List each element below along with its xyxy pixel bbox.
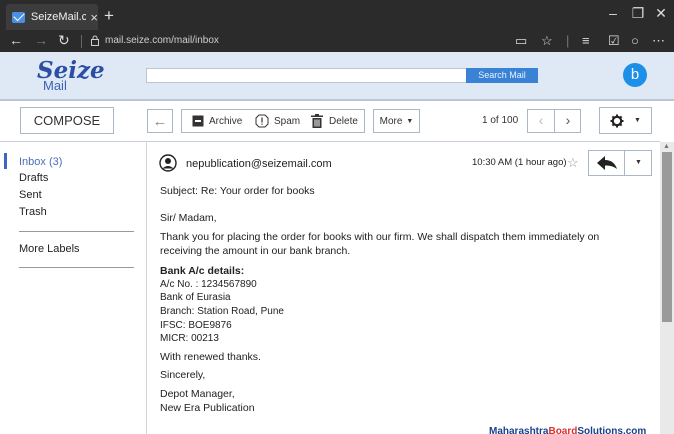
forward-arrow-icon[interactable]: → <box>34 32 48 48</box>
sidebar-item-more-labels[interactable]: More Labels <box>19 243 80 255</box>
reply-icon[interactable] <box>596 155 618 171</box>
scrollbar-thumb[interactable] <box>662 152 672 322</box>
star-icon[interactable]: ☆ <box>567 155 579 171</box>
back-arrow-icon[interactable]: ← <box>9 32 23 48</box>
search-mail-button[interactable]: Search Mail <box>466 68 538 83</box>
more-label: More <box>379 115 403 127</box>
pager: ‹ › <box>527 109 581 133</box>
tab-close-icon[interactable]: × <box>90 10 98 25</box>
sidebar-item-inbox[interactable]: Inbox (3) <box>19 156 62 168</box>
message-body-line: Thank you for placing the order for book… <box>160 231 600 243</box>
sidebar-item-trash[interactable]: Trash <box>19 206 47 218</box>
message-sign-off: Sincerely, <box>160 369 206 381</box>
previous-page-icon[interactable]: ‹ <box>528 110 554 132</box>
address-divider <box>81 35 82 48</box>
minimize-icon[interactable]: – <box>603 5 623 21</box>
watermark-part: Board <box>548 426 578 434</box>
bank-detail-line: Bank of Eurasia <box>160 292 231 303</box>
search-input[interactable] <box>146 68 468 83</box>
mail-favicon-icon <box>12 11 25 23</box>
spam-icon <box>255 114 269 128</box>
gear-icon <box>610 114 624 127</box>
message-subject: Subject: Re: Your order for books <box>160 185 315 197</box>
archive-button[interactable]: Archive <box>192 110 242 132</box>
watermark-part: Maharashtra <box>489 426 549 434</box>
cortana-icon[interactable]: ○ <box>631 33 639 48</box>
watermark-part: Solutions <box>577 426 623 434</box>
reply-divider <box>624 151 625 175</box>
selected-folder-marker <box>4 153 7 169</box>
next-page-icon[interactable]: › <box>555 110 581 132</box>
favorite-star-icon[interactable]: ☆ <box>541 33 553 49</box>
signature-org: New Era Publication <box>160 402 255 414</box>
new-tab-button[interactable]: + <box>104 6 114 26</box>
bank-detail-line: IFSC: BOE9876 <box>160 320 232 331</box>
more-actions-dropdown[interactable]: More ▼ <box>373 109 420 133</box>
message-thanks: With renewed thanks. <box>160 351 261 363</box>
bank-detail-line: Branch: Station Road, Pune <box>160 306 284 317</box>
delete-label: Delete <box>329 115 358 127</box>
page-count: 1 of 100 <box>482 115 519 126</box>
toolbar-divider-line <box>0 141 660 142</box>
scroll-up-icon[interactable]: ▲ <box>663 143 670 150</box>
message-scrollbar[interactable]: ▲ <box>660 142 674 434</box>
watermark-part: .com <box>622 426 647 434</box>
sidebar-border <box>146 142 147 434</box>
sidebar-divider <box>19 267 134 268</box>
close-window-icon[interactable]: ✕ <box>651 5 671 22</box>
left-arrow-icon: ← <box>152 112 168 130</box>
sender-email[interactable]: nepublication@seizemail.com <box>186 158 332 170</box>
spam-button[interactable]: Spam <box>255 110 300 132</box>
reply-button-group: ▼ <box>588 150 652 176</box>
archive-label: Archive <box>209 115 243 127</box>
browser-address-bar: ← → ↻ mail.seize.com/mail/inbox ▭ ☆ | ≡ … <box>0 30 674 52</box>
reading-view-icon[interactable]: ▭ <box>515 33 527 49</box>
avatar[interactable]: b <box>623 63 647 87</box>
restore-icon[interactable]: ❐ <box>628 5 648 22</box>
compose-button[interactable]: COMPOSE <box>20 107 114 134</box>
more-options-icon[interactable]: ⋯ <box>652 33 665 49</box>
sidebar-item-drafts[interactable]: Drafts <box>19 172 48 184</box>
url-field[interactable]: mail.seize.com/mail/inbox <box>105 35 219 46</box>
delete-button[interactable]: Delete <box>311 110 358 132</box>
sidebar-item-sent[interactable]: Sent <box>19 189 42 201</box>
reply-options-caret-icon[interactable]: ▼ <box>635 159 642 166</box>
site-watermark: MaharashtraBoardSolutions.com <box>489 426 646 434</box>
message-time: 10:30 AM (1 hour ago) <box>472 157 567 168</box>
browser-titlebar: SeizeMail.c × + – ❐ ✕ <box>0 0 674 30</box>
bank-detail-line: A/c No. : 1234567890 <box>160 279 257 290</box>
logo-sub: Mail <box>43 78 67 93</box>
refresh-icon[interactable]: ↻ <box>58 32 70 49</box>
bank-detail-line: MICR: 00213 <box>160 333 219 344</box>
toolbar-divider: | <box>566 33 570 48</box>
message-body-line: receiving the amount in our bank branch. <box>160 245 351 257</box>
archive-icon <box>192 115 204 127</box>
settings-dropdown[interactable]: ▼ <box>599 107 652 134</box>
spam-label: Spam <box>274 115 301 127</box>
back-to-inbox-button[interactable]: ← <box>147 109 173 133</box>
sidebar-divider <box>19 231 134 232</box>
browser-tab[interactable]: SeizeMail.c × <box>6 4 98 30</box>
signature-title: Depot Manager, <box>160 388 235 400</box>
header-divider <box>0 99 674 101</box>
bank-details-heading: Bank A/c details: <box>160 265 245 277</box>
message-actions: Archive Spam Delete <box>181 109 365 133</box>
sender-avatar-icon <box>159 154 177 172</box>
hub-icon[interactable]: ≡ <box>582 33 590 48</box>
message-greeting: Sir/ Madam, <box>160 212 217 224</box>
tab-title: SeizeMail.c <box>30 11 87 23</box>
dropdown-caret-icon: ▼ <box>406 117 414 125</box>
settings-caret-icon: ▼ <box>634 117 641 124</box>
lock-icon <box>91 35 99 46</box>
seize-mail-logo[interactable]: Seize Mail <box>34 57 105 97</box>
trash-icon <box>311 114 323 128</box>
note-icon[interactable]: ☑ <box>608 33 620 49</box>
